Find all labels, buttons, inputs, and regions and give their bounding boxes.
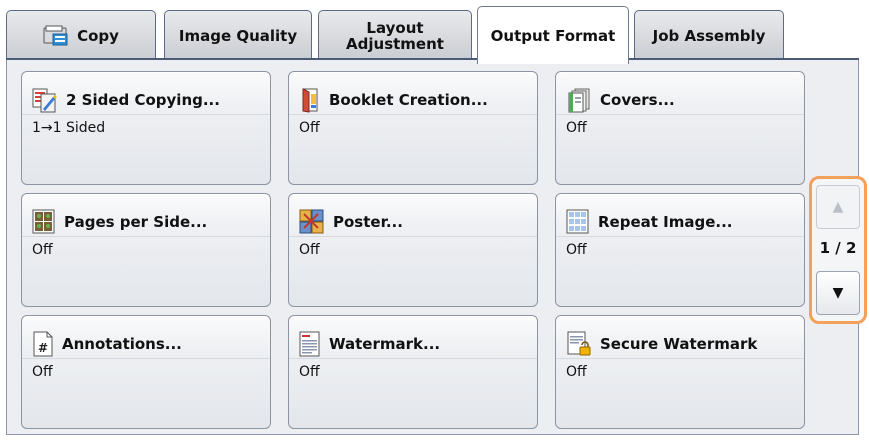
pages-per-side-title: Pages per Side...	[64, 213, 208, 231]
tab-copy[interactable]: Copy	[6, 10, 156, 60]
svg-text:#: #	[38, 341, 48, 355]
covers-button[interactable]: Covers... Off	[555, 71, 805, 185]
secure-watermark-title: Secure Watermark	[600, 335, 758, 353]
poster-icon	[299, 209, 324, 234]
tab-output-format-label: Output Format	[490, 26, 616, 45]
copy-icon	[43, 25, 68, 45]
annotations-value: Off	[32, 364, 53, 380]
tab-job-assembly-label: Job Assembly	[652, 26, 766, 45]
page-scroller: ▲ 1 / 2 ▼	[809, 176, 867, 324]
chevron-down-icon: ▼	[832, 285, 844, 301]
covers-title: Covers...	[600, 91, 675, 109]
covers-value: Off	[566, 120, 587, 136]
poster-title: Poster...	[333, 213, 403, 231]
tab-layout-adjustment-label: Layout Adjustment	[346, 18, 444, 53]
poster-button[interactable]: Poster... Off	[288, 193, 538, 307]
tab-strip	[6, 58, 859, 60]
two-sided-copying-title: 2 Sided Copying...	[66, 91, 220, 109]
pages-per-side-icon	[32, 209, 55, 234]
tab-output-format[interactable]: Output Format	[477, 6, 629, 64]
repeat-image-button[interactable]: Repeat Image... Off	[555, 193, 805, 307]
tab-job-assembly[interactable]: Job Assembly	[634, 10, 784, 60]
tab-bar: Copy Image Quality Layout Adjustment Out…	[6, 6, 786, 64]
tab-copy-label: Copy	[77, 26, 119, 45]
tab-layout-adjustment[interactable]: Layout Adjustment	[318, 10, 472, 60]
watermark-title: Watermark...	[329, 335, 441, 353]
chevron-up-icon: ▲	[832, 199, 844, 215]
covers-icon	[568, 88, 590, 113]
watermark-icon	[299, 331, 320, 357]
two-sided-copying-button[interactable]: 2 Sided Copying... 1→1 Sided	[21, 71, 271, 185]
booklet-creation-value: Off	[299, 120, 320, 136]
booklet-creation-button[interactable]: Booklet Creation... Off	[288, 71, 538, 185]
tab-image-quality-label: Image Quality	[178, 26, 298, 45]
two-sided-copying-icon	[32, 88, 57, 113]
pages-per-side-value: Off	[32, 242, 53, 258]
poster-value: Off	[299, 242, 320, 258]
secure-watermark-icon	[567, 331, 591, 356]
repeat-image-title: Repeat Image...	[598, 213, 733, 231]
secure-watermark-value: Off	[566, 364, 587, 380]
page-down-button[interactable]: ▼	[816, 271, 860, 315]
page-up-button[interactable]: ▲	[816, 185, 860, 229]
repeat-image-icon	[566, 209, 589, 234]
tab-image-quality[interactable]: Image Quality	[164, 10, 312, 60]
annotations-title: Annotations...	[62, 335, 182, 353]
two-sided-copying-value: 1→1 Sided	[32, 120, 106, 136]
watermark-value: Off	[299, 364, 320, 380]
booklet-icon	[302, 88, 318, 113]
annotations-button[interactable]: # Annotations... Off	[21, 315, 271, 429]
booklet-creation-title: Booklet Creation...	[329, 91, 488, 109]
repeat-image-value: Off	[566, 242, 587, 258]
annotations-icon: #	[33, 331, 53, 357]
pages-per-side-button[interactable]: Pages per Side... Off	[21, 193, 271, 307]
output-format-panel: 2 Sided Copying... 1→1 Sided Booklet Cre…	[6, 60, 859, 435]
watermark-button[interactable]: Watermark... Off	[288, 315, 538, 429]
page-indicator: 1 / 2	[819, 239, 857, 257]
secure-watermark-button[interactable]: Secure Watermark Off	[555, 315, 805, 429]
